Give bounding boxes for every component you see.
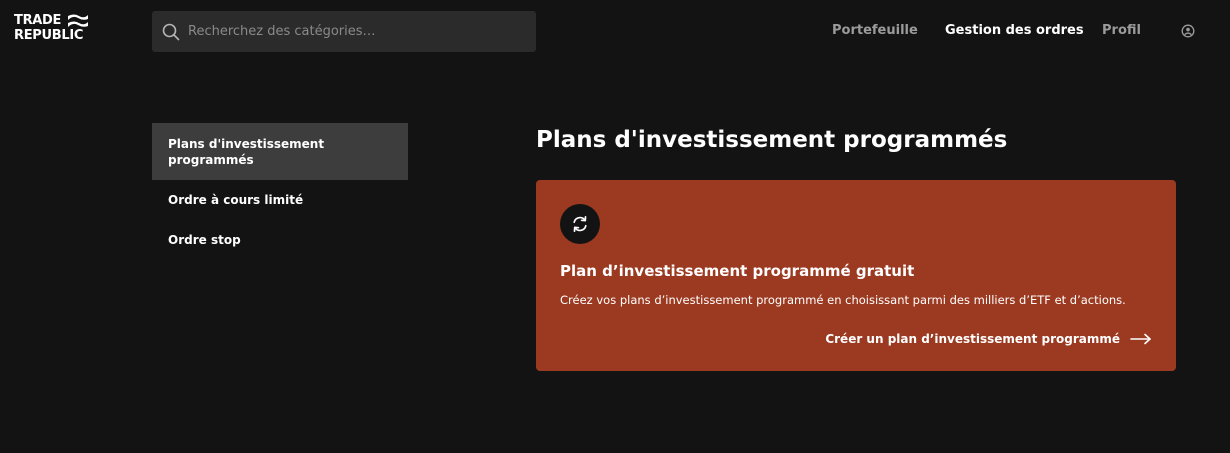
card-icon-badge bbox=[560, 204, 600, 244]
sidebar-item-label: Plans d'investissement programmés bbox=[168, 136, 324, 168]
page-title: Plans d'investissement programmés bbox=[536, 127, 1008, 153]
sidebar-item-plans-investissement[interactable]: Plans d'investissement programmés bbox=[152, 123, 408, 180]
sidebar-item-ordre-cours-limite[interactable]: Ordre à cours limité bbox=[152, 187, 408, 215]
sidebar-item-label: Ordre stop bbox=[168, 233, 241, 247]
logo-line-2: REPUBLIC bbox=[14, 28, 84, 43]
top-bar: TRADE REPUBLIC Portefeuille Gestion des … bbox=[0, 0, 1230, 64]
nav-portefeuille[interactable]: Portefeuille bbox=[832, 22, 918, 40]
repeat-icon bbox=[573, 215, 587, 233]
nav-profil[interactable]: Profil bbox=[1102, 22, 1141, 40]
search-bar[interactable] bbox=[152, 11, 536, 52]
sidebar-item-label-line-1: Plans d'investissement bbox=[168, 137, 325, 151]
search-input[interactable] bbox=[188, 11, 528, 52]
nav-gestion-des-ordres[interactable]: Gestion des ordres bbox=[945, 22, 1084, 40]
logo-flag-icon bbox=[68, 14, 88, 27]
card-description: Créez vos plans d’investissement program… bbox=[560, 293, 1126, 307]
page: TRADE REPUBLIC Portefeuille Gestion des … bbox=[0, 0, 1230, 453]
create-savings-plan-link[interactable]: Créer un plan d’investissement programmé bbox=[825, 330, 1152, 348]
search-icon bbox=[162, 23, 180, 41]
account-circle-icon[interactable] bbox=[1181, 24, 1195, 38]
sidebar-item-label: Ordre à cours limité bbox=[168, 193, 304, 207]
savings-plan-card: Plan d’investissement programmé gratuit … bbox=[536, 180, 1176, 371]
create-savings-plan-label: Créer un plan d’investissement programmé bbox=[825, 332, 1120, 346]
sidebar-item-ordre-stop[interactable]: Ordre stop bbox=[152, 227, 408, 255]
arrow-right-icon bbox=[1130, 333, 1151, 345]
trade-republic-logo[interactable]: TRADE REPUBLIC bbox=[14, 13, 90, 45]
card-title: Plan d’investissement programmé gratuit bbox=[560, 262, 915, 280]
sidebar-item-label-line-2: programmés bbox=[168, 153, 254, 167]
